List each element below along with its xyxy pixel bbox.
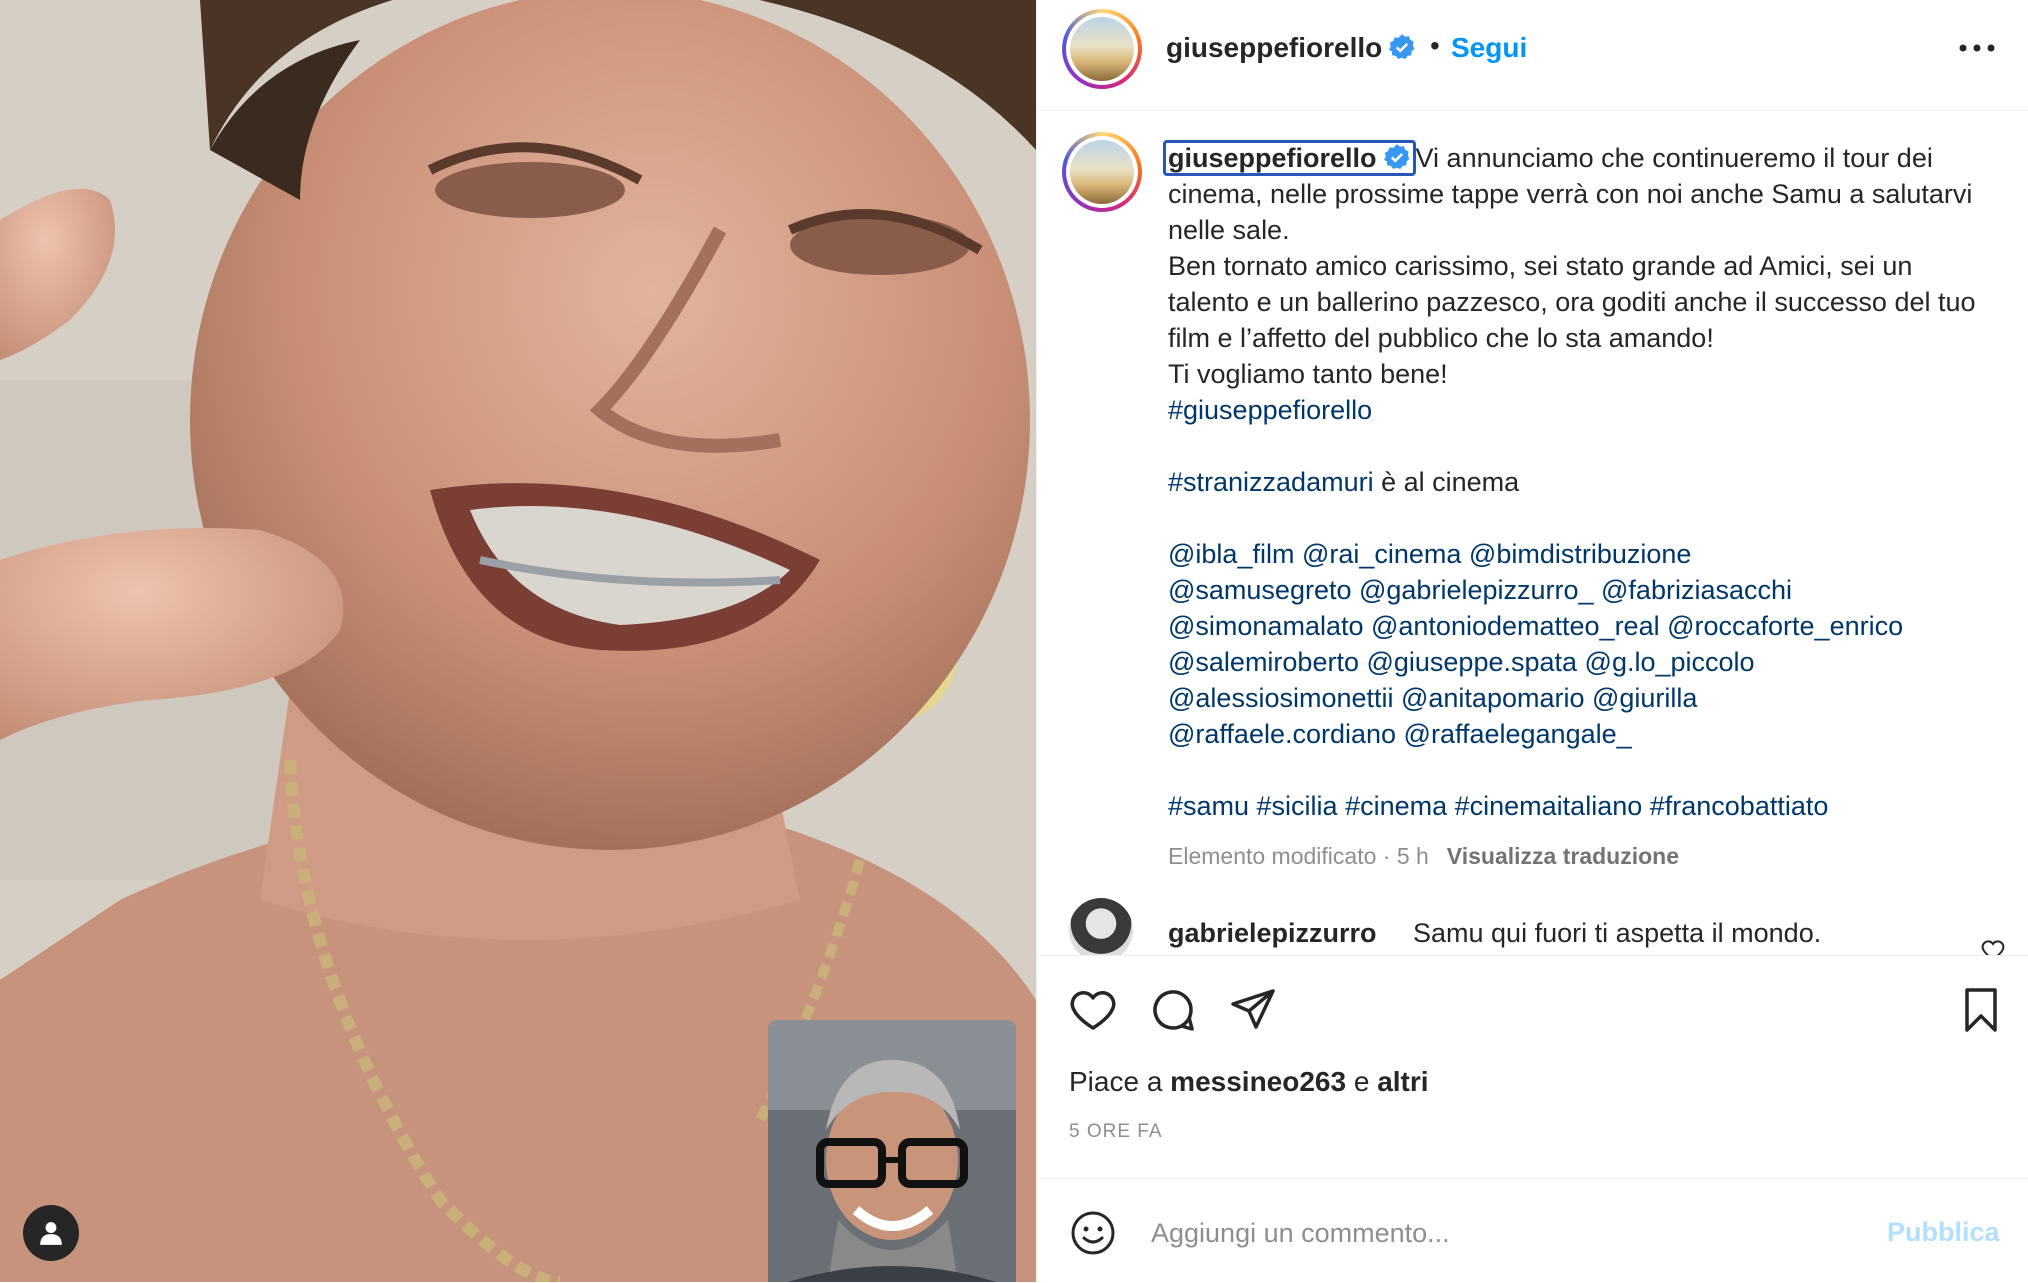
post-time: 5 ORE FA xyxy=(1069,1121,1163,1142)
commenter-avatar[interactable] xyxy=(1069,898,1133,955)
tagged-users-button[interactable] xyxy=(23,1205,79,1261)
likes-others-link[interactable]: altri xyxy=(1377,1066,1428,1097)
likes-middle: e xyxy=(1346,1066,1378,1097)
post-caption: giuseppefiorello Vi annunciamo che contin… xyxy=(1037,110,2028,955)
video-call-thumbnail xyxy=(768,1020,1016,1282)
post-actions: Piace a messineo263 e altri 5 ORE FA xyxy=(1037,955,2028,1181)
follow-button[interactable]: Segui xyxy=(1451,32,1527,64)
like-heart-icon[interactable] xyxy=(1069,986,1117,1034)
caption-hashtag-suffix: è al cinema xyxy=(1373,467,1520,497)
more-horizontal-icon[interactable] xyxy=(1957,34,1997,62)
mention-line[interactable]: @simonamalato @antoniodematteo_real @roc… xyxy=(1168,611,1903,641)
comment-item: gabrielepizzurro Samu qui fuori ti aspet… xyxy=(1037,898,2028,955)
comment-bubble-icon[interactable] xyxy=(1149,986,1197,1034)
liker-username[interactable]: messineo263 xyxy=(1170,1066,1346,1097)
caption-author-avatar[interactable] xyxy=(1062,132,1142,212)
verified-badge-icon xyxy=(1383,144,1410,170)
commenter-username[interactable]: gabrielepizzurro xyxy=(1168,918,1377,949)
comment-like-icon[interactable] xyxy=(1981,938,2005,955)
hashtag-link[interactable]: #giuseppefiorello xyxy=(1168,395,1372,425)
publish-button[interactable]: Pubblica xyxy=(1887,1217,2000,1248)
likes-prefix: Piace a xyxy=(1069,1066,1171,1097)
likes-summary: Piace a messineo263 e altri xyxy=(1069,1066,1429,1098)
hashtag-line[interactable]: #samu #sicilia #cinema #cinemaitaliano #… xyxy=(1168,791,1828,821)
author-avatar[interactable] xyxy=(1062,9,1142,89)
post-video[interactable] xyxy=(0,0,1036,1282)
save-bookmark-icon[interactable] xyxy=(1957,986,2005,1034)
verified-badge-icon xyxy=(1389,34,1415,60)
author-username[interactable]: giuseppefiorello xyxy=(1166,32,1416,64)
mention-line[interactable]: @ibla_film @rai_cinema @bimdistribuzione xyxy=(1168,539,1691,569)
translate-link[interactable]: Visualizza traduzione xyxy=(1447,843,1679,869)
post-side-panel: giuseppefiorello • Segui giuseppefiorell… xyxy=(1036,0,2028,1282)
caption-body: Ben tornato amico carissimo, sei stato g… xyxy=(1168,251,1984,353)
comment-text: Samu qui fuori ti aspetta il mondo. xyxy=(1413,918,1822,948)
mention-line[interactable]: @alessiosimonettii @anitapomario @giuril… xyxy=(1168,683,1697,713)
mention-line[interactable]: @samusegreto @gabrielepizzurro_ @fabrizi… xyxy=(1168,575,1792,605)
caption-meta: Elemento modificato · 5 h Visualizza trad… xyxy=(1168,843,1679,870)
mention-line[interactable]: @raffaele.cordiano @raffaelegangale_ xyxy=(1168,719,1632,749)
comment-input[interactable] xyxy=(1149,1207,1793,1259)
caption-username[interactable]: giuseppefiorello xyxy=(1163,140,1416,176)
hashtag-link[interactable]: #stranizzadamuri xyxy=(1168,467,1374,497)
post-header: giuseppefiorello • Segui xyxy=(1037,0,2028,111)
emoji-icon[interactable] xyxy=(1069,1209,1117,1257)
caption-text: giuseppefiorello Vi annunciamo che contin… xyxy=(1163,140,1998,824)
mention-line[interactable]: @salemiroberto @giuseppe.spata @g.lo_pic… xyxy=(1168,647,1755,677)
add-comment-bar: Pubblica xyxy=(1037,1178,2028,1283)
edited-timestamp: Elemento modificato · 5 h xyxy=(1168,843,1429,869)
header-separator: • xyxy=(1430,30,1440,61)
share-send-icon[interactable] xyxy=(1229,986,1277,1034)
user-icon xyxy=(40,1222,62,1245)
caption-closing: Ti vogliamo tanto bene! xyxy=(1168,359,1448,389)
